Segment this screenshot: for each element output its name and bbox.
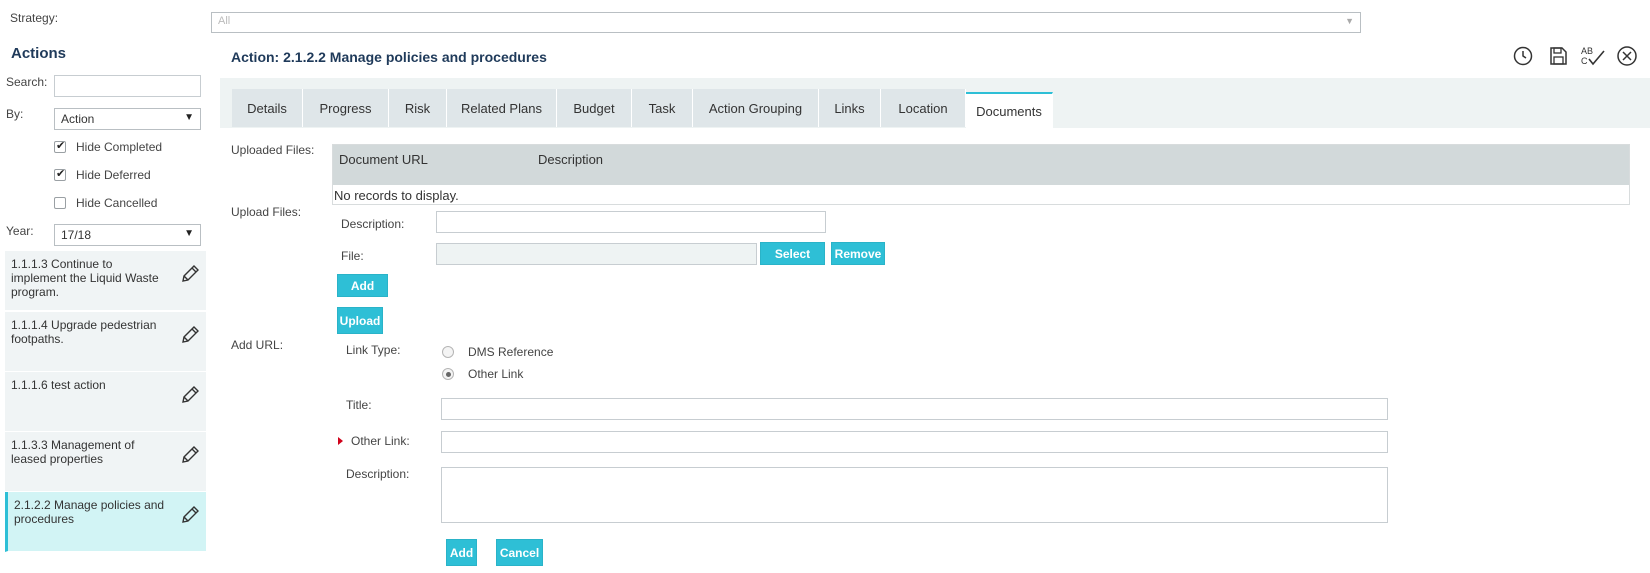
url-description-label: Description: — [346, 467, 410, 481]
tab-action-grouping[interactable]: Action Grouping — [693, 89, 819, 127]
pencil-icon[interactable] — [180, 444, 200, 466]
list-item[interactable]: 1.1.1.6 test action — [5, 372, 206, 432]
tab-progress[interactable]: Progress — [303, 89, 389, 127]
svg-text:C: C — [1581, 56, 1588, 66]
strategy-label: Strategy: — [10, 11, 59, 25]
file-path-field[interactable] — [436, 243, 757, 265]
search-input[interactable] — [54, 75, 201, 97]
list-item-label: 1.1.1.6 test action — [11, 378, 106, 392]
list-item[interactable]: 1.1.1.4 Upgrade pedestrian footpaths. — [5, 312, 206, 372]
hide-deferred-option[interactable]: Hide Deferred — [54, 167, 151, 182]
strategy-value: All — [218, 15, 231, 27]
sidebar-title: Actions — [11, 45, 67, 62]
tab-risk[interactable]: Risk — [389, 89, 447, 127]
column-description[interactable]: Description — [538, 152, 603, 167]
upload-button[interactable]: Upload — [337, 307, 383, 334]
pencil-icon[interactable] — [180, 384, 200, 406]
hide-completed-checkbox[interactable] — [54, 139, 66, 153]
tab-budget[interactable]: Budget — [557, 89, 632, 127]
pencil-icon[interactable] — [180, 504, 200, 526]
other-link-input[interactable] — [441, 431, 1388, 453]
list-item-label: 1.1.1.3 Continue to implement the Liquid… — [11, 257, 159, 299]
year-select[interactable]: 17/18 ▼ — [54, 224, 201, 246]
hide-cancelled-option[interactable]: Hide Cancelled — [54, 196, 157, 210]
list-item[interactable]: 1.1.3.3 Management of leased properties — [5, 432, 206, 492]
hide-completed-option[interactable]: Hide Completed — [54, 139, 163, 154]
list-item-label: 1.1.1.4 Upgrade pedestrian footpaths. — [11, 318, 157, 346]
spellcheck-icon[interactable]: AB C — [1579, 44, 1607, 68]
tab-location[interactable]: Location — [881, 89, 966, 127]
by-select[interactable]: Action ▼ — [54, 108, 201, 130]
add-url-button[interactable]: Add — [446, 539, 477, 566]
cancel-button[interactable]: Cancel — [496, 539, 543, 566]
by-label: By: — [6, 107, 24, 121]
pencil-icon[interactable] — [180, 324, 200, 346]
remove-file-button[interactable]: Remove — [831, 242, 885, 265]
tab-documents[interactable]: Documents — [966, 92, 1053, 128]
dms-reference-label[interactable]: DMS Reference — [468, 345, 553, 359]
svg-text:AB: AB — [1581, 46, 1593, 56]
dms-reference-radio[interactable] — [442, 346, 454, 358]
hide-deferred-checkbox[interactable] — [54, 167, 66, 181]
url-description-textarea[interactable] — [441, 467, 1388, 523]
save-icon[interactable] — [1546, 44, 1570, 68]
other-link-option-label[interactable]: Other Link — [468, 367, 523, 381]
add-file-button[interactable]: Add — [337, 274, 388, 297]
pencil-icon[interactable] — [180, 263, 200, 285]
history-icon[interactable] — [1511, 44, 1535, 68]
page-title: Action: 2.1.2.2 Manage policies and proc… — [231, 49, 547, 65]
by-value: Action — [61, 112, 95, 126]
required-indicator-icon — [338, 437, 343, 445]
empty-records-text: No records to display. — [334, 188, 459, 203]
year-value: 17/18 — [61, 228, 92, 242]
list-item-label: 2.1.2.2 Manage policies and procedures — [14, 498, 165, 526]
close-icon[interactable] — [1615, 44, 1639, 68]
uploaded-files-label: Uploaded Files: — [231, 143, 315, 157]
hide-completed-label: Hide Completed — [76, 140, 163, 154]
list-item-label: 1.1.3.3 Management of leased properties — [11, 438, 135, 466]
hide-cancelled-label: Hide Cancelled — [76, 196, 158, 210]
tab-links[interactable]: Links — [819, 89, 881, 127]
strategy-select[interactable]: All ▼ — [211, 12, 1361, 33]
list-item-selected[interactable]: 2.1.2.2 Manage policies and procedures — [5, 492, 206, 552]
chevron-down-icon: ▼ — [184, 112, 194, 123]
search-label: Search: — [6, 75, 48, 89]
add-url-label: Add URL: — [231, 338, 284, 352]
upload-description-label: Description: — [341, 217, 405, 231]
year-label: Year: — [6, 224, 34, 238]
file-label: File: — [341, 249, 364, 263]
column-document-url[interactable]: Document URL — [339, 152, 428, 167]
link-type-label: Link Type: — [346, 343, 401, 357]
tab-details[interactable]: Details — [232, 89, 303, 127]
list-item[interactable]: 1.1.1.3 Continue to implement the Liquid… — [5, 251, 206, 311]
other-link-label: Other Link: — [351, 434, 410, 448]
uploaded-files-grid: Document URL Description No records to d… — [332, 144, 1630, 205]
select-file-button[interactable]: Select — [760, 242, 825, 265]
title-label: Title: — [346, 398, 372, 412]
hide-deferred-label: Hide Deferred — [76, 168, 151, 182]
other-link-radio[interactable] — [442, 368, 454, 380]
chevron-down-icon: ▼ — [1345, 16, 1354, 26]
tab-related-plans[interactable]: Related Plans — [447, 89, 557, 127]
upload-files-label: Upload Files: — [231, 205, 302, 219]
grid-header: Document URL Description — [333, 145, 1629, 185]
hide-cancelled-checkbox[interactable] — [54, 197, 66, 209]
title-input[interactable] — [441, 398, 1388, 420]
upload-description-input[interactable] — [436, 211, 826, 233]
tab-task[interactable]: Task — [632, 89, 693, 127]
chevron-down-icon: ▼ — [184, 228, 194, 239]
